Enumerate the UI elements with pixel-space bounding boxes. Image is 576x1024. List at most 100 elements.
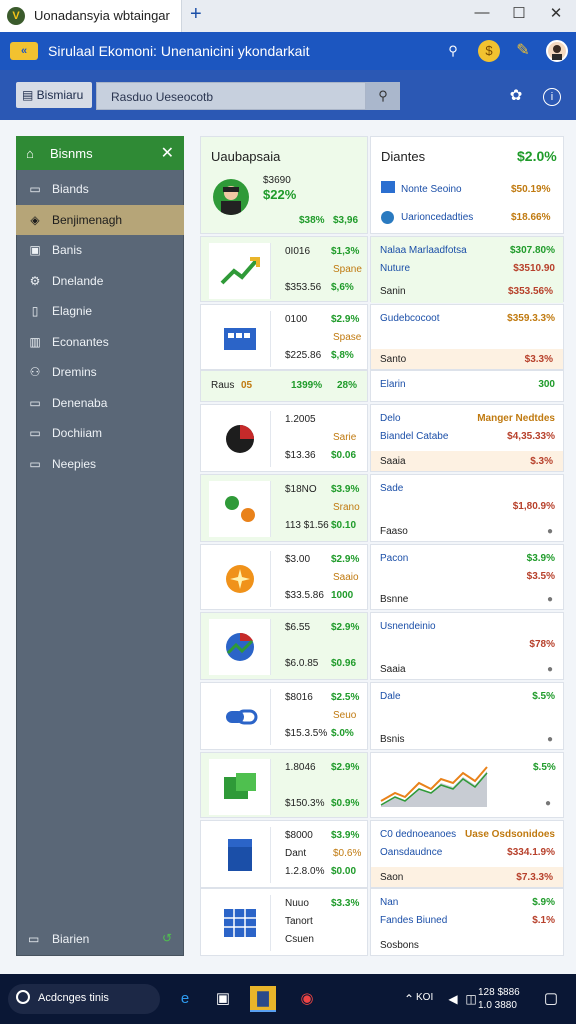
- detail-card-11[interactable]: Nan $.9% Fandes Biuned $.1% Sosbons: [370, 888, 564, 956]
- card-r3-value: ●: [546, 734, 553, 745]
- metric-card-8[interactable]: $8016 $2.5% Seuo $15.3.5% $.0%: [200, 682, 368, 750]
- card-label-1: $8000: [285, 830, 313, 841]
- chrome-taskbar-icon[interactable]: ◉: [294, 986, 320, 1012]
- right-header-row1-label: Nonte Seoino: [401, 184, 462, 195]
- metric-card-3[interactable]: Raus 05 1399% 28%: [200, 370, 368, 402]
- settings-gear-icon[interactable]: ✿: [505, 86, 527, 104]
- task-view-icon[interactable]: ▣: [210, 986, 236, 1012]
- metric-card-10[interactable]: $8000 $3.9% Dant $0.6% 1.2.8.0% $0.00: [200, 820, 368, 888]
- card-r2-label: Oansdaudnce: [380, 847, 443, 858]
- breadcrumb[interactable]: ▤ Bismiaru: [16, 82, 92, 108]
- edge-browser-icon[interactable]: e: [172, 986, 198, 1012]
- card-value-2: Seuo: [333, 710, 357, 721]
- detail-card-6[interactable]: Pacon $3.9% $3.5% Bsnne ●: [370, 544, 564, 610]
- sidebar-item-5[interactable]: ▯ Elagnie: [16, 296, 184, 326]
- detail-card-2[interactable]: Gudebcocoot $359.3.3% Santo $3.3%: [370, 304, 564, 370]
- clock[interactable]: 128 $886 1.0 3880: [478, 986, 520, 1012]
- card-r2-label: Nuture: [380, 263, 411, 274]
- card-r1-label: Elarin: [380, 379, 406, 390]
- metric-card-6[interactable]: $3.00 $2.9% Saaio $33.5.86 1000: [200, 544, 368, 610]
- browser-tab[interactable]: V Uonadansyia wbtaingar: [0, 0, 182, 32]
- detail-card-3[interactable]: Elarin 300: [370, 370, 564, 402]
- summary-small: $3690: [263, 175, 291, 186]
- summary-card[interactable]: Uaubapsaia $3690 $22% $38% $3,96: [200, 136, 368, 234]
- coin-icon[interactable]: $: [478, 40, 500, 62]
- avatar[interactable]: [546, 40, 568, 62]
- sidebar-item-8[interactable]: ▭ Denenaba: [16, 388, 184, 418]
- card-label-1: $18NO: [285, 484, 317, 495]
- sidebar-item-2[interactable]: ◈ Benjimenagh: [16, 204, 184, 235]
- card-r2-value: $.1%: [532, 915, 555, 926]
- metric-card-1[interactable]: 0I016 $1,3% Spane $353.56 $,6%: [200, 236, 368, 302]
- trend-arrow-icon: [209, 243, 271, 299]
- detail-card-10[interactable]: C0 dednoeanoes Uase Osdsonidoes Oansdaudnc…: [370, 820, 564, 888]
- notification-search-icon[interactable]: ⚲: [442, 40, 464, 62]
- detail-card-9[interactable]: $.5% ●: [370, 752, 564, 818]
- card-label-1: $8016: [285, 692, 313, 703]
- card-label-1: $6.55: [285, 622, 311, 633]
- wallet-icon: ◈: [30, 212, 40, 227]
- refresh-icon[interactable]: ↺: [162, 931, 172, 945]
- maximize-button[interactable]: ☐: [507, 4, 531, 22]
- sidebar-item-3[interactable]: ▣ Banis: [16, 235, 184, 265]
- close-window-button[interactable]: ✕: [544, 4, 568, 22]
- sidebar-item-7[interactable]: ⚇ Dremins: [16, 357, 184, 387]
- footer-icon: ▭: [28, 932, 40, 946]
- monitor-icon: ▭: [29, 426, 41, 440]
- summary-title: Uaubapsaia: [211, 149, 281, 164]
- card-value-2: Saaio: [333, 572, 359, 583]
- taskbar-search[interactable]: Acdcnges tinis: [8, 984, 160, 1014]
- metric-card-9[interactable]: 1.8046 $2.9% $150.3% $0.9%: [200, 752, 368, 818]
- new-tab-button[interactable]: +: [190, 3, 202, 26]
- notification-center-icon[interactable]: ▢: [538, 986, 564, 1012]
- card-value-2: Sarie: [333, 432, 357, 443]
- metric-card-5[interactable]: $18NO $3.9% Srano 113 $1.56 $0.10: [200, 474, 368, 542]
- sidebar-item-9[interactable]: ▭ Dochiiam: [16, 418, 184, 448]
- close-sidebar-icon[interactable]: ✕: [161, 143, 174, 163]
- user-avatar: [213, 179, 249, 215]
- right-header-card[interactable]: Diantes $2.0% Nonte Seoino $50.19% Uario…: [370, 136, 564, 234]
- card-r1-label: Sade: [380, 483, 404, 494]
- sidebar-item-1[interactable]: ▭ Biands: [16, 174, 184, 204]
- card-label-3: 113 $1.56: [285, 520, 329, 531]
- metric-card-2[interactable]: 0100 $2.9% Spase $225.86 $,8%: [200, 304, 368, 370]
- search-icon[interactable]: ⚲: [366, 82, 400, 110]
- app-menu-icon[interactable]: «: [10, 42, 38, 60]
- file-explorer-icon[interactable]: ▇: [250, 986, 276, 1012]
- card-label-1: 0100: [285, 314, 308, 325]
- detail-card-1[interactable]: Nalaa Marlaadfotsa $307.80% Nuture $3510.90…: [370, 236, 564, 303]
- chrome-icon: [209, 619, 271, 675]
- metric-card-11[interactable]: Nuuo $3.3% Tanort Csuen: [200, 888, 368, 956]
- sidebar-item-label: Elagnie: [52, 304, 93, 318]
- sidebar-footer[interactable]: ▭ Biarien ↺: [16, 924, 184, 954]
- card-value-3: $0.9%: [331, 798, 360, 809]
- card-value-3: $,6%: [331, 282, 354, 293]
- minimize-button[interactable]: —: [470, 4, 494, 21]
- detail-card-7[interactable]: Usnendeinio $78% Saaia ●: [370, 612, 564, 680]
- clock-line2: 1.0 3880: [478, 1000, 517, 1011]
- card-r3-value: $353.56%: [507, 286, 553, 297]
- sidebar-item-label: Denenaba: [52, 395, 108, 410]
- detail-card-5[interactable]: Sade $1,80.9% Faaso ●: [370, 474, 564, 542]
- pen-icon[interactable]: ✎: [512, 40, 534, 62]
- card-r2-value: $3510.90: [513, 263, 555, 274]
- card-value-3: $.0%: [331, 728, 354, 739]
- sidebar-item-6[interactable]: ▥ Econantes: [16, 327, 184, 357]
- card-label-2: Dant: [285, 848, 307, 859]
- right-header-value: $2.0%: [517, 148, 557, 164]
- sidebar-item-10[interactable]: ▭ Neepies: [16, 449, 184, 479]
- metric-card-7[interactable]: $6.55 $2.9% $6.0.85 $0.96: [200, 612, 368, 680]
- globe-icon: [381, 211, 394, 224]
- card-label-1: $3.00: [285, 554, 311, 565]
- search-input[interactable]: Rasduo Ueseocotb: [96, 82, 366, 110]
- card-label-3: $150.3%: [285, 798, 325, 809]
- sidebar-item-4[interactable]: ⚙ Dnelande: [16, 266, 184, 296]
- card-r3-label: Saon: [380, 872, 404, 883]
- card-r3-label: Sanin: [380, 286, 406, 297]
- card-value-1: $3.9%: [331, 484, 360, 495]
- metric-card-4[interactable]: 1.2005 Sarie $13.36 $0.06: [200, 404, 368, 472]
- info-icon[interactable]: i: [543, 88, 561, 106]
- right-header-row2-label: Uarioncedadties: [401, 212, 474, 223]
- detail-card-4[interactable]: Delo Manger Nedtdes Biandel Catabe $4,35.33…: [370, 404, 564, 472]
- detail-card-8[interactable]: Dale $.5% Bsnis ●: [370, 682, 564, 750]
